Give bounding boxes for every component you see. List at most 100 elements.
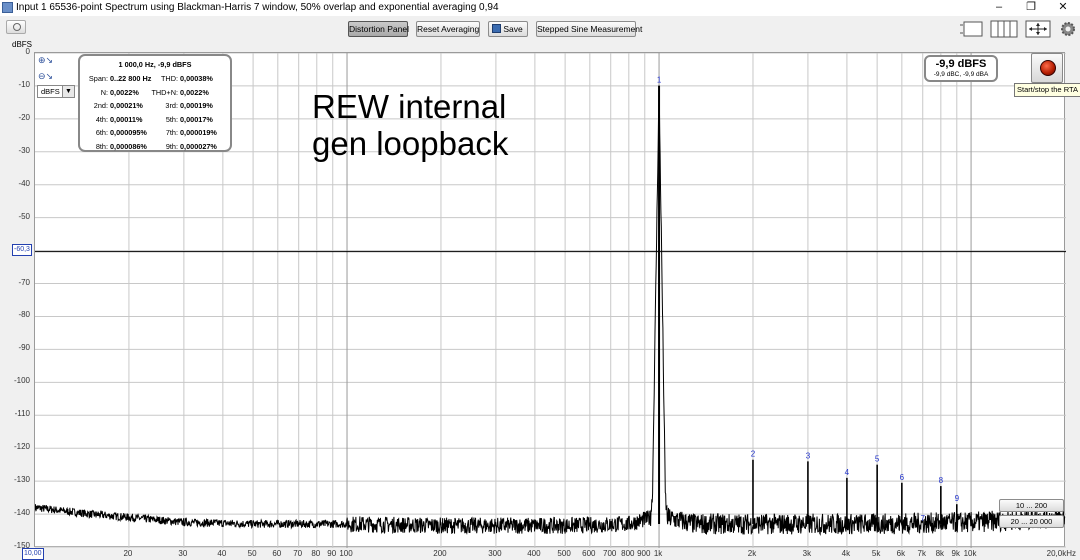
camera-button[interactable] [6,20,26,34]
x-tick-label: 2k [747,549,757,558]
distortion-value: 0,000019% [180,128,217,137]
y-tick-label: 0 [25,47,30,56]
close-button[interactable]: ✕ [1048,0,1078,16]
y-tick-label: -120 [13,442,30,452]
distortion-key: 9th: [165,141,178,151]
y-tick-label: -30 [18,145,30,155]
save-label: Save [503,24,523,34]
harmonic-label: 4 [845,468,850,477]
distortion-header: 1 000,0 Hz, -9,9 dBFS [118,60,192,69]
x-tick-label: 600 [582,549,596,558]
y-tick-label: -20 [18,112,30,122]
y-tick-label: -140 [13,508,30,518]
distortion-key: 8th: [95,141,108,151]
app-icon [2,2,13,13]
y-tick-label: -10 [18,79,30,89]
title-bar: Input 1 65536-point Spectrum using Black… [0,0,1080,16]
y-tick-label: -40 [18,178,30,188]
distortion-key: 2nd: [93,101,108,110]
harmonic-label: 1 [657,76,662,85]
distortion-value: 0,00019% [180,101,213,110]
x-tick-label: 5k [871,549,881,558]
y-tick-label: -100 [13,376,30,386]
harmonic-label: 6 [900,473,905,482]
harmonic-label: 9 [955,494,960,503]
distortion-key: 6th: [95,128,108,137]
unit-select-value: dBFS [41,87,60,96]
x-tick-label: 6k [896,549,906,558]
distortion-key: THD+N: [151,87,178,97]
x-tick-label: 700 [603,549,617,558]
distortion-key: Span: [88,74,108,83]
x-tick-label: 1k [653,549,663,558]
rta-start-stop-button[interactable] [1031,53,1063,83]
save-button[interactable]: Save [488,21,528,37]
maximize-button[interactable]: ❐ [1016,0,1046,16]
distortion-value: 0,00038% [180,74,213,83]
range-button-narrow[interactable]: 10 ... 200 [999,499,1064,512]
distortion-value: 0,0022% [110,87,139,97]
zoom-out-icon[interactable]: ⊖↘ [38,71,53,81]
reset-averaging-button[interactable]: Reset Averaging [416,21,480,37]
x-start-tag[interactable]: 10,00 [22,548,44,560]
distortion-key: 4th: [95,114,108,124]
y-tick-label: -80 [18,310,30,320]
save-icon [492,24,501,33]
distortion-key: 3rd: [165,101,178,110]
x-tick-label: 90 [327,549,337,558]
distortion-panel-button[interactable]: Distortion Panel [348,21,409,37]
x-tick-label: 8k [935,549,945,558]
fit-view-icon[interactable] [1025,20,1051,38]
level-readout: -9,9 dBFS -9,9 dBC, -9,9 dBA [924,55,998,82]
window-title: Input 1 65536-point Spectrum using Black… [16,2,499,13]
range-button-wide[interactable]: 20 ... 20 000 [999,515,1064,528]
x-tick-label: 60 [272,549,282,558]
distortion-value: 0,0022% [180,87,209,97]
distortion-key: N: [100,87,108,97]
harmonic-label: 2 [751,450,756,459]
panels-icon[interactable] [990,20,1018,38]
level-sub: -9,9 dBC, -9,9 dBA [933,71,989,78]
zoom-in-icon[interactable]: ⊕↘ [38,55,53,65]
record-icon [1040,60,1056,76]
y-tick-label: -130 [13,475,30,485]
y-tick-label: -90 [18,343,30,353]
level-main: -9,9 dBFS [935,58,987,70]
stepped-sine-button[interactable]: Stepped Sine Measurement [536,21,642,37]
x-tick-label: 200 [433,549,447,558]
x-tick-label: 30 [178,549,188,558]
window-layout-icon[interactable] [958,20,984,38]
x-tick-label: 80 [311,549,321,558]
harmonic-label: 5 [875,455,880,464]
x-tick-label: 300 [488,549,502,558]
x-end-label: 20,0kHz [1046,549,1076,558]
y-tick-label: -50 [18,211,30,221]
x-tick-label: 800 [621,549,635,558]
distortion-key: THD: [160,74,178,83]
x-tick-label: 40 [217,549,227,558]
harmonic-label: 7 [921,514,926,523]
camera-icon [13,23,21,31]
x-tick-label: 10k [963,549,977,558]
y-tick-label: -110 [14,409,30,419]
distortion-value: 0,00017% [180,114,213,124]
distortion-key: 7th: [165,128,178,137]
minimize-button[interactable]: – [984,0,1014,16]
y-tick-label: -70 [18,277,30,287]
cursor-value-tag[interactable]: -60,3 [12,244,32,256]
x-tick-label: 70 [293,549,303,558]
distortion-value: 0,000027% [180,141,217,151]
x-tick-label: 900 [637,549,651,558]
x-tick-label: 4k [841,549,851,558]
x-tick-label: 500 [557,549,571,558]
gear-icon[interactable] [1059,20,1077,38]
distortion-key: 5th: [165,114,178,124]
x-tick-label: 20 [123,549,133,558]
toolbar: Distortion Panel Reset Averaging Save St… [0,16,1080,40]
annotation-line-2: gen loopback [312,125,509,162]
x-tick-label: 3k [802,549,812,558]
x-tick-label: 9k [951,549,961,558]
harmonic-label: 3 [806,451,811,460]
x-tick-label: 400 [527,549,541,558]
x-tick-label: 50 [247,549,257,558]
